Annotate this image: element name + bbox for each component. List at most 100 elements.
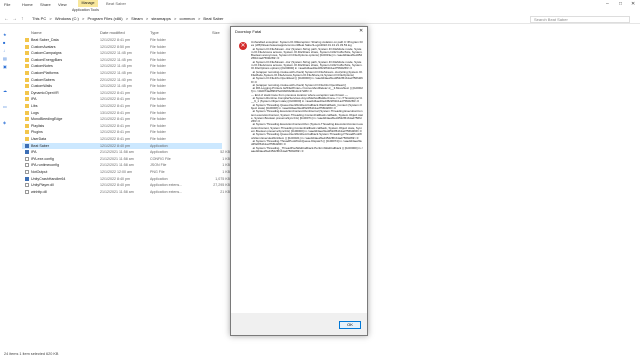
- file-icon: [25, 156, 29, 161]
- breadcrumb-item[interactable]: common: [179, 16, 194, 21]
- file-name: CustomCampaigns: [31, 51, 62, 56]
- tab-application-tools[interactable]: Application Tools: [72, 8, 99, 12]
- file-type: File folder: [150, 130, 166, 135]
- breadcrumb-item[interactable]: Steam: [131, 16, 143, 21]
- file-icon: [25, 183, 29, 188]
- up-arrow-icon[interactable]: ↑: [21, 16, 24, 22]
- address-bar: ← → ↑ This PC > Windows (C:) > Program F…: [0, 14, 640, 24]
- file-name: CustomAvatars: [31, 44, 56, 49]
- file-name: CustomEnergyBars: [31, 57, 63, 62]
- list-item[interactable]: CustomSabers 22/1/2022 11:40 pm File folde…: [22, 77, 222, 83]
- back-arrow-icon[interactable]: ←: [4, 16, 9, 22]
- desktop-icon[interactable]: ■: [3, 40, 17, 45]
- file-name: CustomWalls: [31, 84, 53, 89]
- file-type: Application: [150, 143, 168, 148]
- tab-manage[interactable]: Manage: [78, 0, 98, 7]
- folder-icon: [25, 104, 29, 108]
- column-header-date[interactable]: Date modified: [100, 30, 125, 35]
- list-item[interactable]: CustomAvatars 12/1/2022 8:50 pm File folde…: [22, 44, 222, 50]
- file-date: 12/1/2022 8:41 pm: [100, 104, 130, 108]
- list-item[interactable]: Logs 13/1/2022 8:41 pm File folder: [22, 110, 222, 116]
- tab-share[interactable]: Share: [40, 2, 51, 7]
- list-item[interactable]: CustomNotes 12/1/2022 11:45 pm File folder: [22, 63, 222, 69]
- ok-button[interactable]: OK: [339, 321, 361, 329]
- breadcrumb-separator: >: [197, 16, 201, 21]
- breadcrumb-item[interactable]: Program Files (x86): [87, 16, 122, 21]
- folder-icon: [25, 137, 29, 141]
- list-item[interactable]: winhttp.dll 21/12/2021 11:58 am Applicatio…: [22, 189, 230, 195]
- file-name: MonoBleedingEdge: [31, 117, 63, 122]
- maximize-icon[interactable]: □: [619, 1, 622, 7]
- file-type: File folder: [150, 104, 166, 108]
- file-date: 12/1/2022 8:41 pm: [100, 38, 130, 42]
- folder-icon: [25, 71, 29, 75]
- list-item[interactable]: MonoBleedingEdge 12/1/2022 8:41 pm File fo…: [22, 116, 222, 122]
- minimize-icon[interactable]: –: [606, 1, 609, 7]
- forward-arrow-icon[interactable]: →: [12, 16, 17, 22]
- breadcrumb-item[interactable]: Beat Saber: [203, 16, 223, 21]
- column-header-size[interactable]: Size: [212, 30, 220, 35]
- file-date: 21/12/2021 11:58 am: [100, 163, 134, 168]
- tab-view[interactable]: View: [58, 2, 67, 7]
- list-item[interactable]: IPA 12/1/2022 8:41 pm File folder: [22, 96, 222, 102]
- network-icon[interactable]: ◈: [3, 120, 17, 125]
- file-date: 12/1/2022 8:41 pm: [100, 117, 130, 122]
- tab-home[interactable]: Home: [22, 2, 33, 7]
- quick-access-icon[interactable]: ★: [3, 32, 17, 37]
- folder-icon: [25, 117, 29, 122]
- file-name: Libs: [31, 104, 38, 108]
- list-item[interactable]: Beat Saber 12/1/2022 8:40 pm Application: [22, 142, 222, 149]
- error-message: Unhandled exception: System.IO.IOExcepti…: [251, 40, 364, 153]
- breadcrumb-separator: >: [49, 16, 52, 21]
- breadcrumb-item[interactable]: steamapps: [151, 16, 171, 21]
- list-item[interactable]: NotOutput 12/1/2022 12:00 am PNG File 1 KB: [22, 169, 230, 175]
- file-size: 21 KB: [220, 189, 230, 194]
- close-icon[interactable]: ✕: [359, 28, 363, 34]
- this-pc-icon[interactable]: ▭: [3, 104, 17, 109]
- list-item[interactable]: Plugins 12/1/2022 8:41 pm File folder: [22, 129, 222, 135]
- list-item[interactable]: CustomEnergyBars 12/1/2022 11:45 pm File f…: [22, 57, 222, 63]
- breadcrumb-separator: >: [81, 16, 85, 21]
- list-item[interactable]: UnityCrashHandler64 12/1/2022 8:40 pm Appl…: [22, 176, 230, 182]
- breadcrumb-item[interactable]: Windows (C:): [55, 16, 79, 21]
- column-header-type[interactable]: Type: [150, 30, 159, 35]
- list-item[interactable]: CustomCampaigns 12/1/2022 11:45 pm File fo…: [22, 50, 222, 56]
- list-item[interactable]: CustomPlatforms 12/1/2022 11:45 pm File fo…: [22, 70, 222, 76]
- tab-file[interactable]: File: [4, 2, 10, 7]
- breadcrumb[interactable]: This PC > Windows (C:) > Program Files (…: [32, 16, 492, 23]
- list-item[interactable]: Playlists 12/1/2022 8:41 pm File folder: [22, 123, 222, 129]
- file-type: File folder: [150, 110, 166, 115]
- search-input[interactable]: Search Beat Saber: [530, 16, 630, 23]
- error-dialog: Doorstop Fatal ✕ ✕ Unhandled exception: …: [230, 26, 368, 336]
- list-item[interactable]: Beat Saber_Data 12/1/2022 8:41 pm File fol…: [22, 37, 222, 43]
- file-date: 12/1/2022 8:40 pm: [100, 176, 130, 181]
- breadcrumb-separator: >: [145, 16, 149, 21]
- folder-icon: [25, 123, 29, 128]
- list-item[interactable]: Libs 12/1/2022 8:41 pm File folder: [22, 103, 222, 109]
- documents-icon[interactable]: ▤: [3, 56, 17, 61]
- column-header-name[interactable]: Name: [31, 30, 42, 35]
- list-item[interactable]: IPA 21/12/2021 11:58 am Application 52 KB: [22, 149, 230, 155]
- close-window-icon[interactable]: ✕: [631, 1, 635, 7]
- file-name: Plugins: [31, 130, 43, 135]
- list-item[interactable]: CustomWalls 12/1/2022 11:45 pm File folder: [22, 83, 222, 89]
- list-item[interactable]: IPA.exe.config 21/12/2021 11:58 am CONFIG …: [22, 156, 230, 162]
- downloads-icon[interactable]: ↓: [3, 48, 17, 53]
- error-icon: ✕: [239, 42, 247, 50]
- file-name: CustomPlatforms: [31, 71, 59, 75]
- file-size: 1 KB: [222, 170, 230, 174]
- file-type: File folder: [150, 71, 166, 75]
- file-date: 12/1/2022 12:00 am: [100, 170, 132, 174]
- file-date: 12/1/2022 8:40 pm: [100, 183, 130, 188]
- file-icon: [25, 170, 29, 174]
- file-name: Playlists: [31, 123, 45, 128]
- list-item[interactable]: DynamicOpenVR 12/1/2022 8:41 pm File folde…: [22, 90, 222, 96]
- file-date: 12/1/2022 8:41 pm: [100, 123, 130, 128]
- file-date: 21/12/2021 11:58 am: [100, 189, 134, 194]
- list-item[interactable]: IPA.runtimeconfig 21/12/2021 11:58 am JSON…: [22, 162, 230, 168]
- breadcrumb-item[interactable]: This PC: [32, 16, 46, 21]
- pictures-icon[interactable]: ▣: [3, 64, 17, 69]
- list-item[interactable]: UnityPlayer.dll 12/1/2022 8:40 pm Applicat…: [22, 182, 230, 188]
- onedrive-icon[interactable]: ☁: [3, 88, 17, 93]
- list-item[interactable]: UserData 12/1/2022 8:41 pm File folder: [22, 136, 222, 142]
